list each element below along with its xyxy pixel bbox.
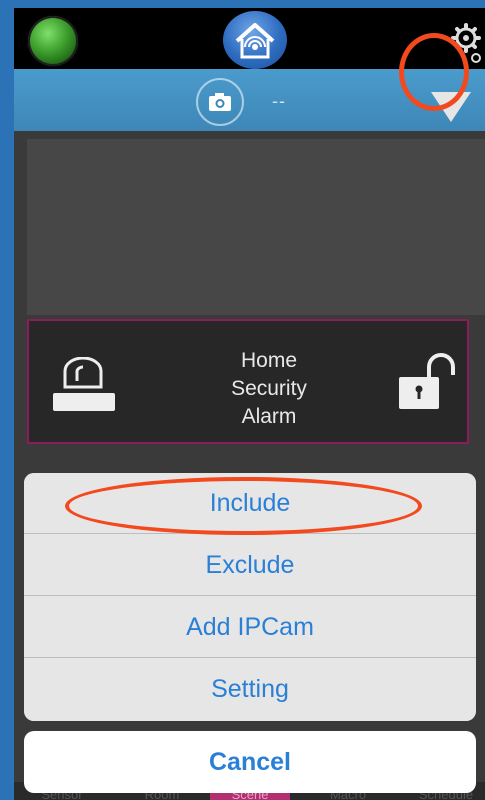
add-ipcam-button[interactable]: Add IPCam	[24, 597, 476, 658]
security-alarm-panel[interactable]: Home Security Alarm	[27, 319, 469, 444]
camera-view[interactable]	[27, 139, 485, 315]
camera-name: --	[272, 91, 286, 111]
siren-icon	[53, 356, 115, 413]
app-screen: -- Home Security Alarm Include Exclude A…	[14, 8, 485, 800]
alarm-label: Home Security Alarm	[231, 349, 307, 428]
camera-icon[interactable]	[196, 78, 244, 126]
status-led-icon[interactable]	[28, 16, 78, 66]
home-wifi-icon[interactable]	[223, 11, 287, 69]
highlight-oval-annotation	[65, 477, 422, 535]
highlight-circle-annotation	[399, 33, 469, 111]
setting-button[interactable]: Setting	[24, 659, 476, 721]
exclude-button[interactable]: Exclude	[24, 535, 476, 596]
unlocked-padlock-icon[interactable]	[397, 353, 459, 411]
cancel-button[interactable]: Cancel	[24, 731, 476, 793]
